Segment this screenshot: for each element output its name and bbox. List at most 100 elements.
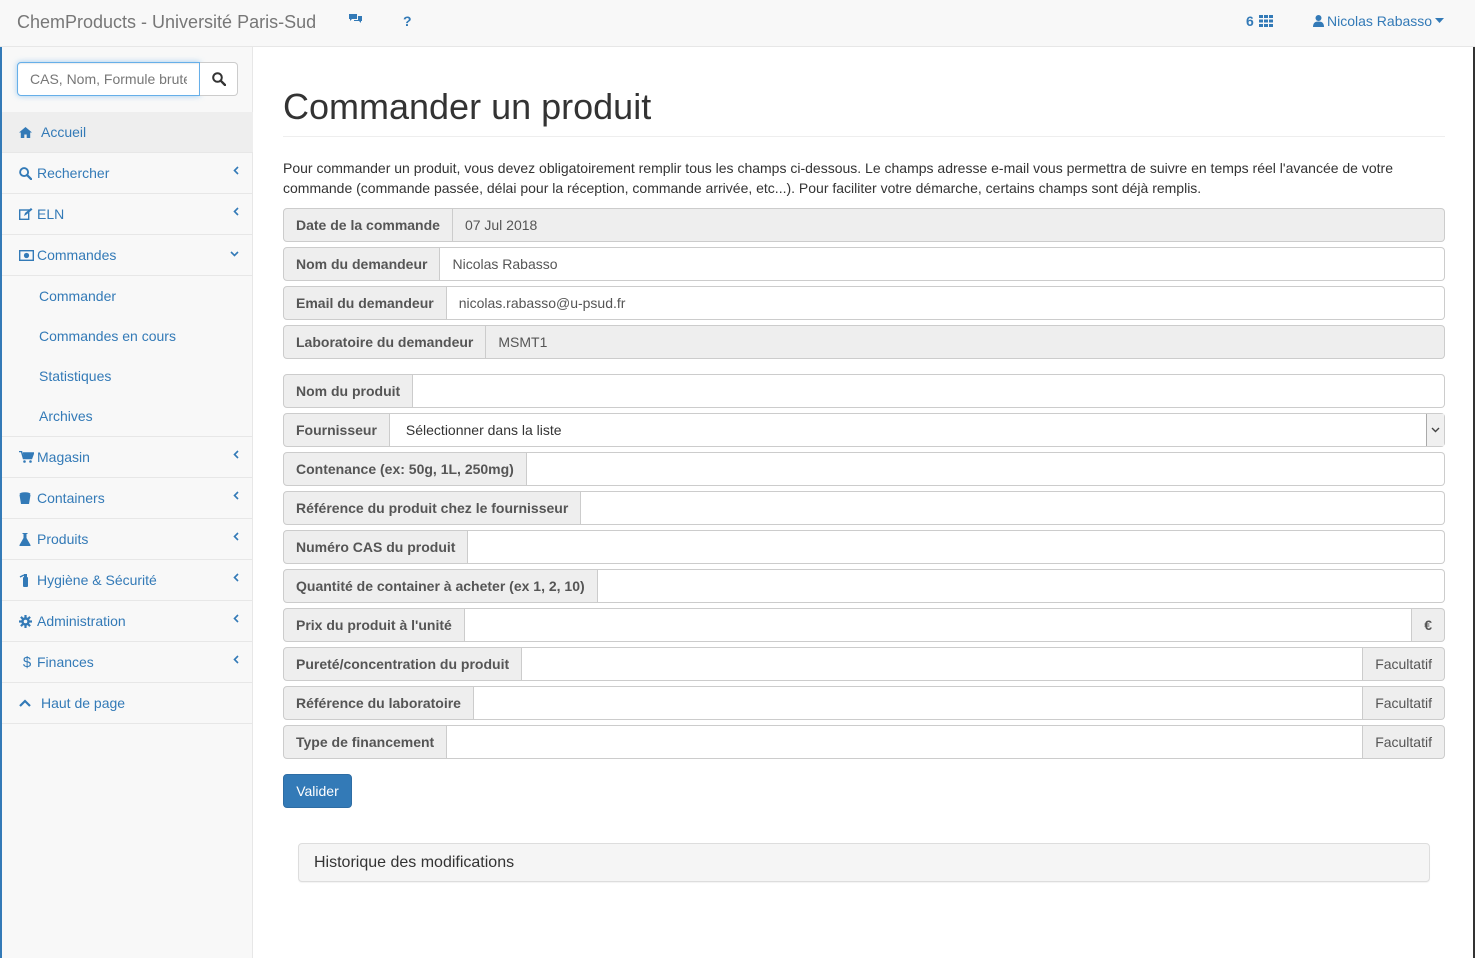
sidebar-item-magasin[interactable]: Magasin	[2, 437, 253, 478]
field-label: Référence du produit chez le fournisseur	[283, 491, 582, 525]
top-navbar: ChemProducts - Université Paris-Sud ? 6 …	[0, 0, 1475, 47]
requester-email-field[interactable]: nicolas.rabasso@u-psud.fr	[446, 286, 1445, 320]
chevron-left-icon	[233, 450, 239, 459]
user-menu[interactable]: Nicolas Rabasso	[1313, 13, 1445, 29]
sidebar-item-label: Rechercher	[37, 165, 110, 181]
sidebar-item-finances[interactable]: $ Finances	[2, 642, 253, 683]
sidebar-item-commandes[interactable]: Commandes	[2, 235, 253, 276]
unit-price-input[interactable]	[464, 608, 1413, 642]
field-label: Quantité de container à acheter (ex 1, 2…	[283, 569, 598, 603]
app-brand[interactable]: ChemProducts - Université Paris-Sud	[17, 12, 316, 33]
sidebar-item-produits[interactable]: Produits	[2, 519, 253, 560]
field-label: Contenance (ex: 50g, 1L, 250mg)	[283, 452, 527, 486]
field-purete: Pureté/concentration du produit Facultat…	[283, 647, 1445, 681]
grid-icon	[1258, 15, 1273, 27]
field-label: Nom du produit	[283, 374, 414, 408]
search-icon	[211, 72, 226, 86]
submenu-item-archives[interactable]: Archives	[2, 396, 253, 436]
purity-input[interactable]	[522, 647, 1364, 681]
sidebar-menu: Accueil Rechercher ELN Commandes Command…	[2, 112, 253, 724]
search-button[interactable]	[200, 62, 238, 96]
field-ref-fournisseur: Référence du produit chez le fournisseur	[283, 491, 1445, 525]
chevron-left-icon	[233, 655, 239, 664]
lab-reference-input[interactable]	[473, 686, 1364, 720]
sidebar-item-hygiene-securite[interactable]: Hygiène & Sécurité	[2, 560, 253, 601]
funding-type-input[interactable]	[447, 725, 1364, 759]
cas-number-input[interactable]	[468, 530, 1445, 564]
dollar-icon: $	[22, 653, 32, 671]
sidebar-item-accueil[interactable]: Accueil	[2, 112, 253, 153]
submenu-item-commander[interactable]: Commander	[2, 276, 253, 316]
field-contenance: Contenance (ex: 50g, 1L, 250mg)	[283, 452, 1445, 486]
edit-icon	[19, 208, 35, 220]
sidebar-item-label: Commandes	[37, 247, 117, 263]
flask-icon	[19, 532, 35, 546]
sidebar-item-label: Haut de page	[41, 695, 126, 711]
sidebar-item-containers[interactable]: Containers	[2, 478, 253, 519]
supplier-reference-input[interactable]	[581, 491, 1445, 525]
chevron-left-icon	[233, 532, 239, 541]
capacity-input[interactable]	[526, 452, 1445, 486]
sidebar-item-label: Magasin	[37, 449, 90, 465]
field-label: Email du demandeur	[283, 286, 447, 320]
euro-addon: €	[1412, 608, 1445, 642]
intro-text: Pour commander un produit, vous devez ob…	[283, 160, 1393, 196]
field-labo: Laboratoire du demandeur MSMT1	[283, 325, 1445, 359]
sidebar-item-label: ELN	[37, 206, 65, 222]
date-field: 07 Jul 2018	[452, 208, 1445, 242]
field-cas: Numéro CAS du produit	[283, 530, 1445, 564]
field-ref-labo: Référence du laboratoire Facultatif	[283, 686, 1445, 720]
extinguisher-icon	[19, 573, 35, 587]
sidebar-item-label: Containers	[37, 490, 105, 506]
search-input[interactable]	[17, 62, 200, 96]
field-quantite: Quantité de container à acheter (ex 1, 2…	[283, 569, 1445, 603]
sidebar-item-administration[interactable]: Administration	[2, 601, 253, 642]
quantity-input[interactable]	[597, 569, 1445, 603]
commandes-submenu: Commander Commandes en cours Statistique…	[2, 276, 253, 437]
help-icon[interactable]: ?	[403, 13, 412, 29]
field-fournisseur: Fournisseur Sélectionner dans la liste	[283, 413, 1445, 447]
sidebar: Accueil Rechercher ELN Commandes Command…	[0, 47, 253, 958]
history-panel-header[interactable]: Historique des modifications	[298, 843, 1430, 882]
sidebar-item-rechercher[interactable]: Rechercher	[2, 153, 253, 194]
chevron-down-icon	[230, 251, 239, 257]
page-title: Commander un produit	[283, 86, 652, 127]
field-produit: Nom du produit	[283, 374, 1445, 408]
bucket-icon	[19, 491, 35, 505]
requester-name-field[interactable]: Nicolas Rabasso	[440, 247, 1445, 281]
sidebar-item-haut-de-page[interactable]: Haut de page	[2, 683, 253, 724]
apps-menu[interactable]: 6	[1246, 13, 1273, 29]
field-label: Nom du demandeur	[283, 247, 441, 281]
user-name: Nicolas Rabasso	[1327, 13, 1433, 29]
laboratory-field: MSMT1	[486, 325, 1445, 359]
apps-count: 6	[1246, 13, 1254, 29]
money-icon	[19, 249, 35, 261]
product-name-input[interactable]	[413, 374, 1445, 408]
main-content: Commander un produit Pour commander un p…	[253, 47, 1475, 958]
submit-button[interactable]: Valider	[283, 774, 352, 808]
caret-down-icon	[1435, 18, 1445, 23]
comments-icon[interactable]	[348, 13, 363, 26]
optional-addon: Facultatif	[1363, 686, 1445, 720]
cart-icon	[19, 451, 35, 463]
supplier-select[interactable]: Sélectionner dans la liste	[389, 413, 1445, 447]
chevron-down-icon[interactable]	[1426, 414, 1444, 446]
field-label: Laboratoire du demandeur	[283, 325, 487, 359]
title-divider	[283, 136, 1445, 137]
field-date: Date de la commande 07 Jul 2018	[283, 208, 1445, 242]
optional-addon: Facultatif	[1363, 647, 1445, 681]
sidebar-item-eln[interactable]: ELN	[2, 194, 253, 235]
field-label: Pureté/concentration du produit	[283, 647, 523, 681]
field-nom: Nom du demandeur Nicolas Rabasso	[283, 247, 1445, 281]
sidebar-item-label: Accueil	[41, 124, 87, 140]
submenu-item-statistiques[interactable]: Statistiques	[2, 356, 253, 396]
field-label: Date de la commande	[283, 208, 453, 242]
sidebar-item-label: Produits	[37, 531, 89, 547]
field-email: Email du demandeur nicolas.rabasso@u-psu…	[283, 286, 1445, 320]
search-icon	[19, 166, 35, 180]
field-label: Référence du laboratoire	[283, 686, 474, 720]
chevron-up-icon	[19, 699, 35, 707]
home-icon	[19, 126, 35, 138]
submenu-item-commandes-en-cours[interactable]: Commandes en cours	[2, 316, 253, 356]
field-label: Numéro CAS du produit	[283, 530, 469, 564]
